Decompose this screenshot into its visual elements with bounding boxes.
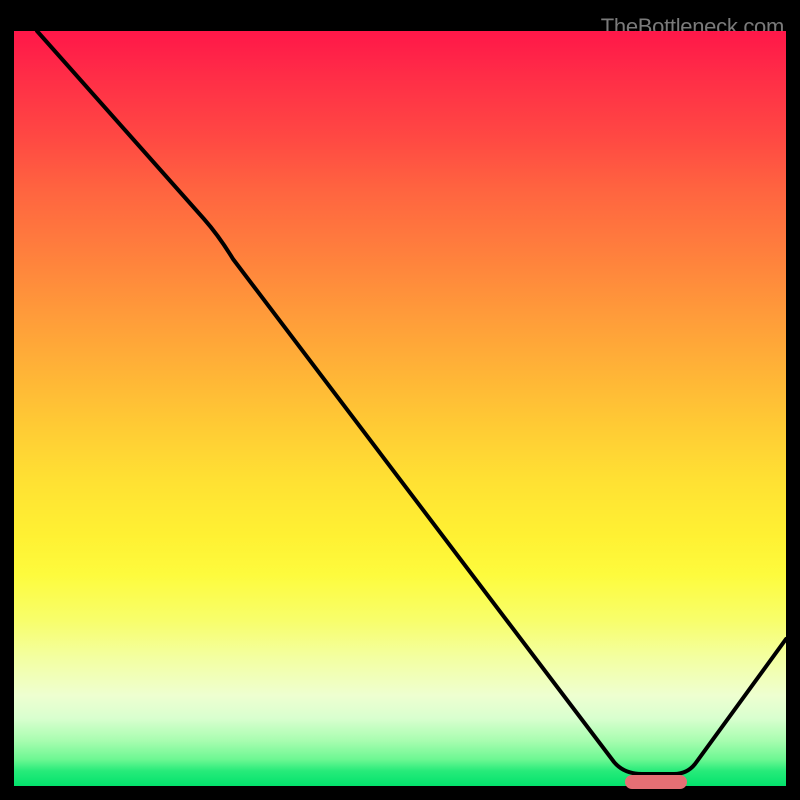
chart-frame: TheBottleneck.com xyxy=(14,14,786,786)
optimum-marker xyxy=(625,775,687,789)
plot-gradient-area xyxy=(14,31,786,786)
